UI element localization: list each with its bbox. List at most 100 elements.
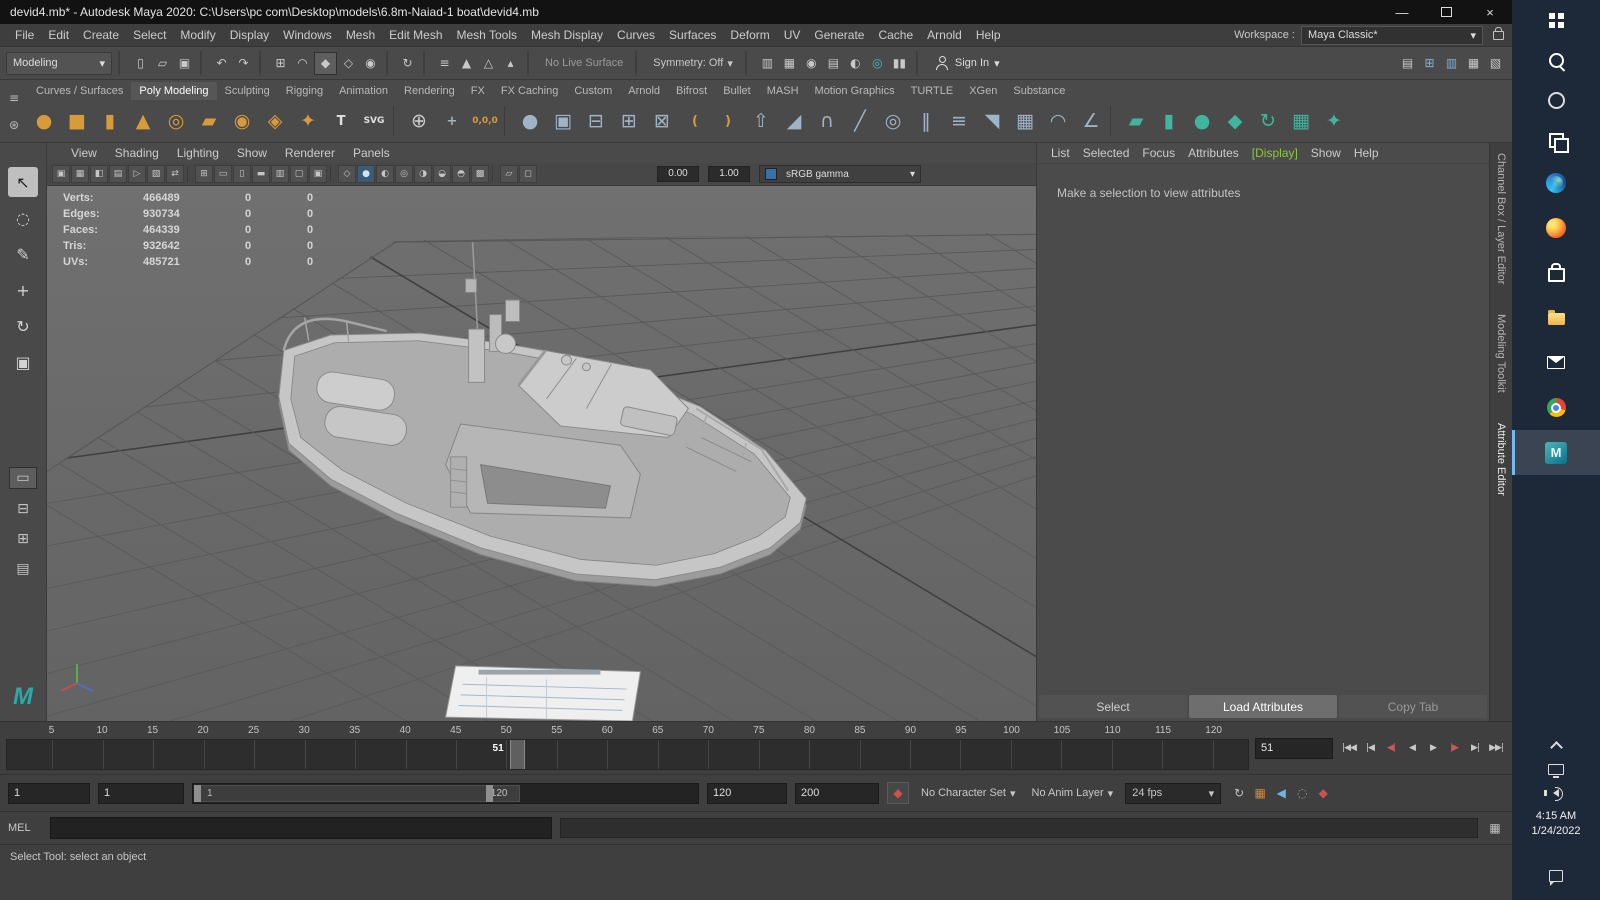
- shaded-icon[interactable]: ●: [357, 165, 375, 183]
- bevel-icon[interactable]: ◢: [778, 105, 810, 137]
- menu-deform[interactable]: Deform: [723, 25, 776, 45]
- uv-planar-icon[interactable]: ▰: [1120, 105, 1152, 137]
- menu-mesh-tools[interactable]: Mesh Tools: [450, 25, 524, 45]
- range-slider-active[interactable]: 1 120: [194, 784, 521, 802]
- ae-menu-display[interactable]: [Display]: [1246, 144, 1304, 162]
- poly-torus-icon[interactable]: ◎: [160, 105, 192, 137]
- offset-edge-loop-icon[interactable]: ≡: [943, 105, 975, 137]
- image-plane[interactable]: [444, 665, 641, 721]
- mail-app[interactable]: [1512, 340, 1600, 385]
- channel-box-toggle-icon[interactable]: ▥: [1441, 53, 1462, 74]
- copy-tab-button[interactable]: Copy Tab: [1339, 695, 1487, 718]
- cortana-button[interactable]: [1512, 80, 1600, 120]
- redo-icon[interactable]: ↷: [233, 53, 254, 74]
- current-frame-marker[interactable]: 51: [493, 740, 525, 769]
- menu-surfaces[interactable]: Surfaces: [662, 25, 723, 45]
- menu-cache[interactable]: Cache: [871, 25, 920, 45]
- shelf-tab-turtle[interactable]: TURTLE: [903, 82, 962, 100]
- combine-icon[interactable]: ▣: [547, 105, 579, 137]
- uv-spherical-icon[interactable]: ●: [1186, 105, 1218, 137]
- tray-display-button[interactable]: [1512, 757, 1600, 781]
- type-tool-icon[interactable]: T: [325, 105, 357, 137]
- workspace-dropdown[interactable]: Maya Classic* ▾: [1301, 25, 1483, 45]
- play-forwards-button[interactable]: ▶: [1423, 738, 1443, 758]
- svg-tool-icon[interactable]: SVG: [358, 105, 390, 137]
- bookmark-icon[interactable]: ▷: [128, 165, 146, 183]
- store-app[interactable]: [1512, 250, 1600, 295]
- chrome-app[interactable]: [1512, 385, 1600, 430]
- crosshair-target-icon[interactable]: ⊕: [403, 105, 435, 137]
- range-handle-right[interactable]: [486, 784, 494, 802]
- mode-selector[interactable]: Modeling ▾: [6, 51, 112, 75]
- action-center-button[interactable]: [1512, 864, 1600, 888]
- pan-zoom-icon[interactable]: ⇄: [166, 165, 184, 183]
- shelf-tab-sculpting[interactable]: Sculpting: [217, 82, 278, 100]
- tray-expand-button[interactable]: [1512, 733, 1600, 757]
- construction-history-icon[interactable]: ↻: [397, 53, 418, 74]
- channel-box-tab[interactable]: Channel Box / Layer Editor: [1495, 153, 1507, 284]
- edge-app[interactable]: [1512, 160, 1600, 205]
- shadows-icon[interactable]: ◑: [414, 165, 432, 183]
- range-handle-left[interactable]: [194, 784, 201, 802]
- target-weld-icon[interactable]: ◎: [877, 105, 909, 137]
- camera-lock-icon[interactable]: ◧: [90, 165, 108, 183]
- step-forward-frame-button[interactable]: ▶|: [1465, 738, 1485, 758]
- ae-menu-attributes[interactable]: Attributes: [1182, 144, 1245, 162]
- insert-edge-loop-icon[interactable]: ‖: [910, 105, 942, 137]
- tray-volume-button[interactable]: [1512, 781, 1600, 805]
- soften-edge-icon[interactable]: ◠: [1042, 105, 1074, 137]
- single-pane-toggle-icon[interactable]: ▤: [1397, 53, 1418, 74]
- ae-menu-selected[interactable]: Selected: [1077, 144, 1136, 162]
- extrude-icon[interactable]: ⇧: [745, 105, 777, 137]
- multisample-icon[interactable]: ▩: [471, 165, 489, 183]
- xray-icon[interactable]: ◻: [519, 165, 537, 183]
- symmetry-selector[interactable]: Symmetry: Off ▾: [647, 57, 739, 70]
- viewport-menu-view[interactable]: View: [63, 144, 105, 162]
- poly-cube-icon[interactable]: ■: [61, 105, 93, 137]
- animation-preferences-icon[interactable]: ◆: [1313, 783, 1333, 803]
- attribute-editor-tab[interactable]: Attribute Editor: [1495, 423, 1507, 496]
- modeling-toolkit-tab[interactable]: Modeling Toolkit: [1495, 314, 1507, 393]
- shelf-tab-fx-caching[interactable]: FX Caching: [493, 82, 566, 100]
- new-scene-icon[interactable]: ▯: [130, 53, 151, 74]
- gear-icon[interactable]: ⊛: [9, 118, 19, 132]
- playback-start-field[interactable]: [98, 782, 184, 804]
- shelf-tab-bifrost[interactable]: Bifrost: [668, 82, 715, 100]
- anim-end-field[interactable]: [795, 782, 879, 804]
- select-component-icon[interactable]: △: [478, 53, 499, 74]
- lock-icon[interactable]: [1493, 26, 1504, 40]
- motion-blur-icon[interactable]: ◓: [452, 165, 470, 183]
- load-attributes-button[interactable]: Load Attributes: [1189, 695, 1337, 718]
- lights-icon[interactable]: ◎: [395, 165, 413, 183]
- current-frame-field[interactable]: [1255, 737, 1333, 759]
- sign-in-button[interactable]: Sign In ▾: [928, 56, 1008, 70]
- shelf-tab-fx[interactable]: FX: [463, 82, 493, 100]
- menu-mesh-display[interactable]: Mesh Display: [524, 25, 610, 45]
- two-pane-layout[interactable]: ⊟: [10, 499, 36, 519]
- shelf-tab-mash[interactable]: MASH: [759, 82, 807, 100]
- bridge-icon[interactable]: ∩: [811, 105, 843, 137]
- viewport-menu-shading[interactable]: Shading: [107, 144, 167, 162]
- poly-cone-icon[interactable]: ▲: [127, 105, 159, 137]
- search-button[interactable]: [1512, 40, 1600, 80]
- step-forward-key-button[interactable]: |▶: [1444, 738, 1464, 758]
- flip-icon[interactable]: ): [712, 105, 744, 137]
- viewport-menu-lighting[interactable]: Lighting: [169, 144, 227, 162]
- minimize-button[interactable]: —: [1380, 0, 1424, 24]
- snap-to-grid-icon[interactable]: ⊞: [270, 53, 291, 74]
- task-view-button[interactable]: [1512, 120, 1600, 160]
- uv-snapshot-icon[interactable]: ✦: [1318, 105, 1350, 137]
- shelf-tab-motion-graphics[interactable]: Motion Graphics: [807, 82, 903, 100]
- paint-select-tool[interactable]: ✎: [8, 239, 38, 269]
- poly-plane-icon[interactable]: ▰: [193, 105, 225, 137]
- smooth-preview-icon[interactable]: ●: [514, 105, 546, 137]
- resolution-gate-icon[interactable]: ▯: [233, 165, 251, 183]
- camera-select-icon[interactable]: ▦: [71, 165, 89, 183]
- separate-icon[interactable]: ⊟: [580, 105, 612, 137]
- boolean-union-icon[interactable]: ⊞: [613, 105, 645, 137]
- tool-settings-toggle-icon[interactable]: ▧: [1485, 53, 1506, 74]
- shelf-tab-arnold[interactable]: Arnold: [620, 82, 668, 100]
- shelf-tab-rendering[interactable]: Rendering: [396, 82, 463, 100]
- auto-key-icon[interactable]: ◆: [887, 782, 909, 804]
- gamma-field[interactable]: 1.00: [708, 166, 750, 182]
